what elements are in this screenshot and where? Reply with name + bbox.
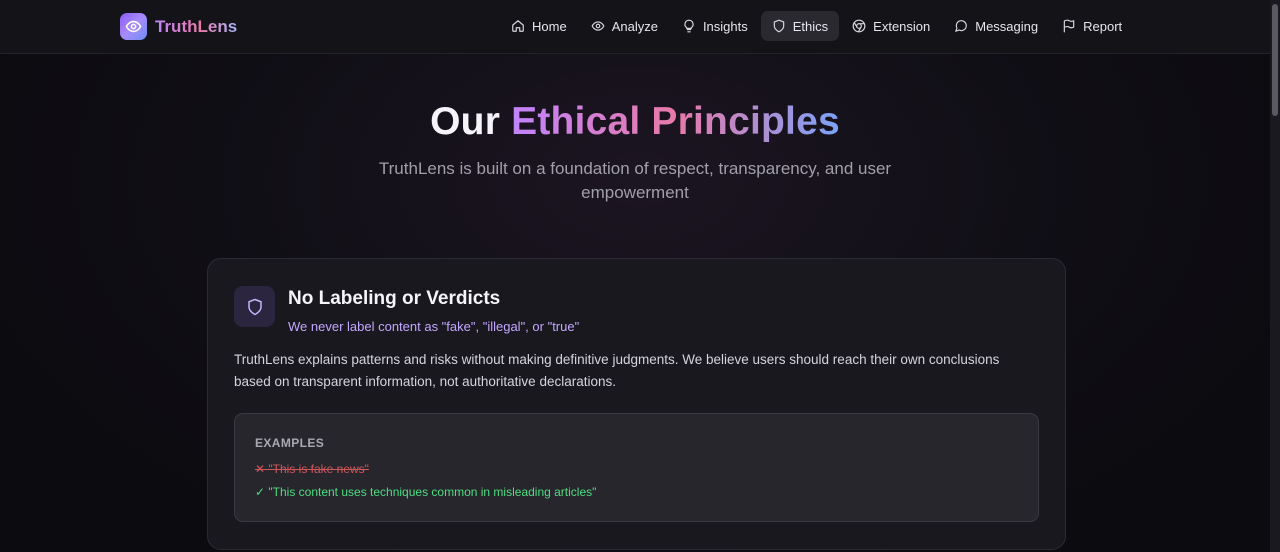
principle-card: No Labeling or Verdicts We never label c… bbox=[207, 258, 1066, 550]
nav-item-label: Analyze bbox=[611, 18, 658, 34]
bad-example: ✕ "This is fake news" bbox=[255, 462, 369, 476]
chrome-icon bbox=[852, 19, 866, 33]
nav-item-label: Extension bbox=[873, 18, 931, 34]
lightbulb-icon bbox=[684, 19, 694, 33]
nav-item-extension[interactable]: Extension bbox=[841, 11, 941, 41]
flag-icon bbox=[1063, 19, 1075, 33]
nav-item-label: Messaging bbox=[975, 18, 1039, 34]
nav-item-label: Home bbox=[532, 18, 567, 34]
principle-subtitle: We never label content as "fake", "illeg… bbox=[288, 319, 580, 334]
brand-name: TruthLens bbox=[155, 16, 238, 36]
nav-item-home[interactable]: Home bbox=[500, 11, 578, 41]
shield-icon bbox=[773, 19, 784, 33]
home-icon bbox=[512, 20, 524, 32]
nav-item-label: Insights bbox=[702, 18, 748, 34]
good-example: ✓ "This content uses techniques common i… bbox=[255, 485, 597, 499]
principle-title: No Labeling or Verdicts bbox=[288, 288, 501, 309]
nav-item-analyze[interactable]: Analyze bbox=[580, 11, 669, 41]
top-navbar: TruthLens Home Analyze Insights Ethics E… bbox=[0, 0, 1270, 54]
shield-icon bbox=[234, 286, 275, 327]
page-title: Our Ethical Principles bbox=[0, 100, 1270, 144]
nav-item-report[interactable]: Report bbox=[1051, 11, 1133, 41]
page-title-plain: Our bbox=[430, 100, 501, 143]
nav-item-label: Ethics bbox=[792, 18, 829, 34]
nav-item-label: Report bbox=[1083, 18, 1123, 34]
examples-box: EXAMPLES ✕ "This is fake news" ✓ "This c… bbox=[234, 413, 1039, 522]
page-title-highlight: Ethical Principles bbox=[511, 100, 840, 143]
examples-label: EXAMPLES bbox=[255, 436, 325, 450]
principle-description: TruthLens explains patterns and risks wi… bbox=[234, 352, 1000, 389]
page: TruthLens Home Analyze Insights Ethics E… bbox=[0, 0, 1280, 552]
nav-item-ethics[interactable]: Ethics bbox=[760, 11, 840, 41]
scrollbar-thumb[interactable] bbox=[1272, 4, 1278, 116]
main-nav: Home Analyze Insights Ethics Extension M… bbox=[500, 11, 1133, 41]
scrollbar[interactable] bbox=[1270, 0, 1280, 552]
page-subtitle: TruthLens is built on a foundation of re… bbox=[378, 159, 892, 202]
message-circle-icon bbox=[955, 20, 968, 32]
brand[interactable]: TruthLens bbox=[120, 13, 237, 40]
nav-item-messaging[interactable]: Messaging bbox=[943, 11, 1049, 41]
nav-item-insights[interactable]: Insights bbox=[671, 11, 759, 41]
eye-icon bbox=[591, 21, 605, 31]
eye-icon bbox=[120, 13, 147, 40]
